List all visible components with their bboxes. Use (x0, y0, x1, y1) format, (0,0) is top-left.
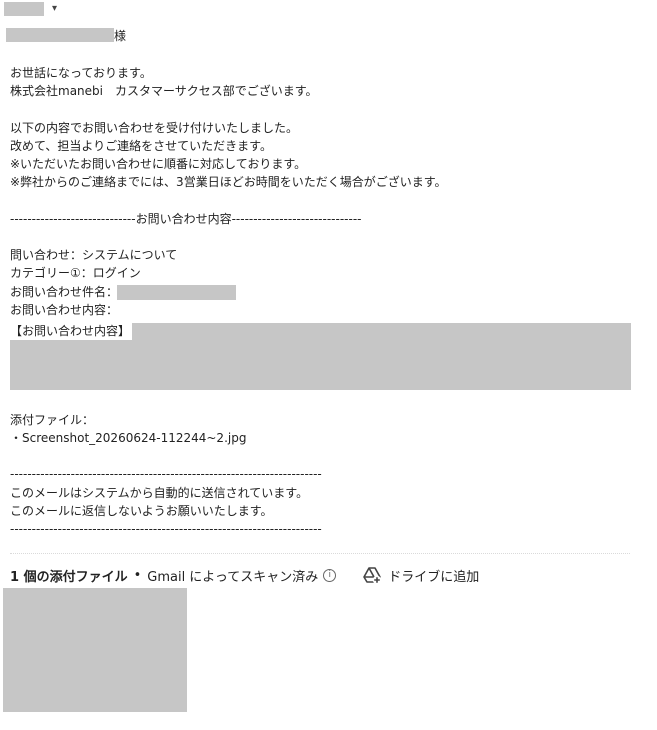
attachments-bar: 1 個の添付ファイル • Gmail によってスキャン済み i ドライブに追加 (10, 565, 479, 585)
greeting-line: お世話になっております。 (10, 66, 152, 80)
greeting-line: 株式会社manebi カスタマーサクセス部でございます。 (10, 84, 318, 98)
footer-rule: ----------------------------------------… (10, 522, 322, 536)
content-label: 【お問い合わせ内容】 (10, 322, 133, 340)
attachments-divider (10, 553, 630, 554)
intro-line: 改めて、担当よりご連絡をさせていただきます。 (10, 139, 272, 153)
drive-add-icon (363, 567, 382, 585)
intro-line: ※弊社からのご連絡までには、3営業日ほどお時間をいただく場合がございます。 (10, 175, 447, 189)
field-category: カテゴリー①：ログイン (10, 266, 141, 280)
separator-dot: • (133, 567, 142, 583)
field-inquiry-type: 問い合わせ：システムについて (10, 248, 178, 262)
info-icon[interactable]: i (323, 568, 337, 582)
scan-status: Gmail によってスキャン済み (147, 569, 319, 585)
footer-line: このメールはシステムから自動的に送信されています。 (10, 486, 309, 500)
footer-line: このメールに返信しないようお願いいたします。 (10, 504, 273, 518)
attachment-count: 1 個の添付ファイル (10, 569, 128, 585)
drive-button-label: ドライブに追加 (388, 569, 480, 585)
field-subject: お問い合わせ件名： (10, 285, 119, 299)
redacted-sender (4, 2, 44, 16)
redacted-recipient-name (6, 28, 114, 42)
recipient-dropdown[interactable]: ▾ (4, 2, 66, 18)
add-to-drive-button[interactable]: ドライブに追加 (362, 565, 479, 585)
intro-line: 以下の内容でお問い合わせを受け付けいたしました。 (10, 121, 299, 135)
attachment-label: 添付ファイル： (10, 413, 95, 427)
redacted-subject (117, 285, 236, 300)
footer-rule: ----------------------------------------… (10, 467, 322, 481)
chevron-down-icon[interactable]: ▾ (52, 3, 57, 14)
intro-line: ※いただいたお問い合わせに順番に対応しております。 (10, 157, 307, 171)
honorific-label: 様 (114, 29, 127, 43)
attachment-filename: ・Screenshot_20260624-112244~2.jpg (10, 431, 247, 445)
section-header: -----------------------------お問い合わせ内容---… (10, 212, 362, 226)
field-content: お問い合わせ内容： (10, 303, 119, 317)
attachment-thumbnail[interactable] (3, 588, 187, 712)
